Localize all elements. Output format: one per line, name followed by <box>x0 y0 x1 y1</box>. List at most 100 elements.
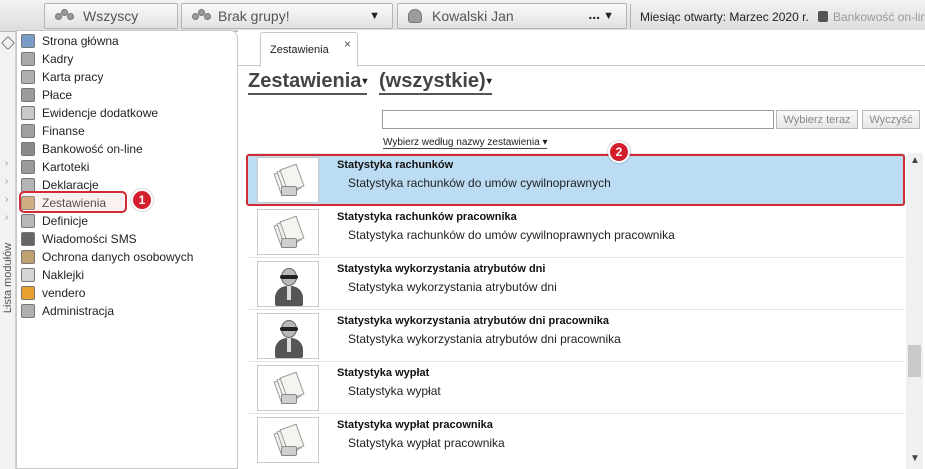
list-item-description: Statystyka wykorzystania atrybutów dni p… <box>348 332 621 346</box>
group-label: Brak grupy! <box>218 8 290 24</box>
list-item[interactable]: Statystyka wypłat pracownika Statystyka w… <box>248 413 905 465</box>
list-scrollbar[interactable]: ▲ ▼ <box>906 153 923 469</box>
zestawienia-highlight <box>19 191 127 213</box>
people-icon <box>21 52 35 66</box>
definitions-icon <box>21 214 35 228</box>
sidebar-item-bankowość-on-line[interactable]: Bankowość on-line <box>21 140 143 158</box>
sidebar-item-label: Płace <box>42 88 73 102</box>
sidebar-item-label: Definicje <box>42 214 89 228</box>
scroll-down-icon[interactable]: ▼ <box>910 453 920 464</box>
month-value[interactable]: Marzec 2020 r. <box>729 10 808 24</box>
sidebar-item-vendero[interactable]: vendero <box>21 284 85 302</box>
filter-dropdown[interactable]: (wszystkie)▾ <box>378 70 492 95</box>
sms-icon <box>21 232 35 246</box>
sidebar-item-label: Karta pracy <box>42 70 104 84</box>
wallet-icon <box>21 88 35 102</box>
tab-label: Zestawienia <box>270 44 329 56</box>
list-item-title: Statystyka wykorzystania atrybutów dni p… <box>337 315 610 327</box>
chevron-right-icon[interactable]: › <box>5 158 8 169</box>
pin-icon[interactable] <box>0 35 16 51</box>
employee-select[interactable]: Kowalski Jan ... ▼ <box>397 3 627 29</box>
eraser-icon <box>21 106 35 120</box>
group-select[interactable]: Brak grupy! ▼ <box>181 3 393 29</box>
sidebar-item-label: Ochrona danych osobowych <box>42 250 194 264</box>
scrollbar-thumb[interactable] <box>908 345 921 377</box>
search-input[interactable] <box>382 110 774 129</box>
shield-icon <box>21 250 35 264</box>
close-icon[interactable]: × <box>344 37 351 51</box>
top-toolbar: Wszyscy Brak grupy! ▼ Kowalski Jan ... ▼… <box>0 0 925 32</box>
selected-row-highlight <box>246 154 905 206</box>
list-item-title: Statystyka wykorzystania atrybutów dni <box>337 263 546 275</box>
home-icon <box>21 34 35 48</box>
sidebar-item-ewidencje-dodatkowe[interactable]: Ewidencje dodatkowe <box>21 104 158 122</box>
list-item[interactable]: Statystyka rachunków pracownika Statystyk… <box>248 205 905 257</box>
sidebar-item-definicje[interactable]: Definicje <box>21 212 88 230</box>
page-title: Zestawienia▾ (wszystkie)▾ <box>248 70 492 95</box>
sidebar-item-płace[interactable]: Płace <box>21 86 72 104</box>
list-item[interactable]: Statystyka wypłat Statystyka wypłat <box>248 361 905 413</box>
all-employees-button[interactable]: Wszyscy <box>44 3 178 29</box>
tab-bar: Zestawienia × <box>238 30 925 67</box>
sidebar-item-label: Bankowość on-line <box>42 142 143 156</box>
list-item-title: Statystyka wypłat pracownika <box>337 419 493 431</box>
select-now-button[interactable]: Wybierz teraz <box>776 110 858 129</box>
filter-by-name-dropdown[interactable]: Wybierz według nazwy zestawienia ▾ <box>383 137 548 149</box>
sidebar-item-label: Strona główna <box>42 34 119 48</box>
step-badge-2: 2 <box>608 141 630 163</box>
sidebar-item-label: Administracja <box>42 304 115 318</box>
chevron-down-icon: ▾ <box>542 137 548 148</box>
sidebar-item-finanse[interactable]: Finanse <box>21 122 85 140</box>
scroll-up-icon[interactable]: ▲ <box>910 155 920 166</box>
month-open: Miesiąc otwarty: Marzec 2020 r. <box>640 10 809 24</box>
finance-icon <box>21 124 35 138</box>
chevron-right-icon[interactable]: › <box>5 194 8 205</box>
chevron-right-icon[interactable]: › <box>5 212 8 223</box>
sidebar-item-label: Kartoteki <box>42 160 90 174</box>
sidebar-item-wiadomości-sms[interactable]: Wiadomości SMS <box>21 230 137 248</box>
list-item-title: Statystyka rachunków pracownika <box>337 211 517 223</box>
tab-zestawienia[interactable]: Zestawienia × <box>260 32 358 67</box>
sidebar-item-kartoteki[interactable]: Kartoteki <box>21 158 89 176</box>
paper-stack-icon <box>257 365 319 411</box>
list-item-title: Statystyka wypłat <box>337 367 430 379</box>
clear-button[interactable]: Wyczyść <box>862 110 920 129</box>
sidebar-item-label: Ewidencje dodatkowe <box>42 106 159 120</box>
report-type-dropdown[interactable]: Zestawienia▾ <box>248 70 368 95</box>
list-item-description: Statystyka wykorzystania atrybutów dni <box>348 280 557 294</box>
agent-icon <box>257 313 319 359</box>
list-item-description: Statystyka wypłat pracownika <box>348 436 505 450</box>
sticker-icon <box>21 268 35 282</box>
sidebar-item-label: vendero <box>42 286 86 300</box>
chevron-down-icon: ▾ <box>362 76 368 87</box>
list-item[interactable]: Statystyka wykorzystania atrybutów dni St… <box>248 257 905 309</box>
module-panel: Strona główna Kadry Karta pracy Płace Ewiden… <box>16 30 238 469</box>
bank-icon <box>21 142 35 156</box>
employee-more-button[interactable]: ... <box>588 6 600 22</box>
sidebar-item-administracja[interactable]: Administracja <box>21 302 114 320</box>
sidebar-item-label: Deklaracje <box>42 178 99 192</box>
online-banking-link[interactable]: Bankowość on-lin <box>818 10 925 24</box>
sidebar-item-naklejki[interactable]: Naklejki <box>21 266 84 284</box>
sidebar-item-label: Finanse <box>42 124 85 138</box>
paper-stack-icon <box>257 417 319 463</box>
person-icon <box>408 9 422 23</box>
folder-icon <box>21 160 35 174</box>
sidebar-item-karta-pracy[interactable]: Karta pracy <box>21 68 103 86</box>
agent-icon <box>257 261 319 307</box>
page-title-label: Zestawienia <box>248 70 362 92</box>
sidebar-item-label: Naklejki <box>42 268 85 282</box>
clock-icon <box>21 70 35 84</box>
module-list-label: Lista modułów <box>2 242 14 314</box>
chevron-down-icon: ▼ <box>603 10 614 22</box>
sidebar-item-label: Wiadomości SMS <box>42 232 137 246</box>
sidebar-item-kadry[interactable]: Kadry <box>21 50 73 68</box>
sidebar-item-ochrona-danych-osobowych[interactable]: Ochrona danych osobowych <box>21 248 193 266</box>
sidebar-item-strona-główna[interactable]: Strona główna <box>21 32 119 50</box>
list-item[interactable]: Statystyka wykorzystania atrybutów dni p… <box>248 309 905 361</box>
list-item-description: Statystyka wypłat <box>348 384 441 398</box>
chevron-right-icon[interactable]: › <box>5 176 8 187</box>
all-employees-label: Wszyscy <box>83 8 139 24</box>
lock-icon <box>818 11 828 22</box>
sidebar-item-label: Kadry <box>42 52 74 66</box>
